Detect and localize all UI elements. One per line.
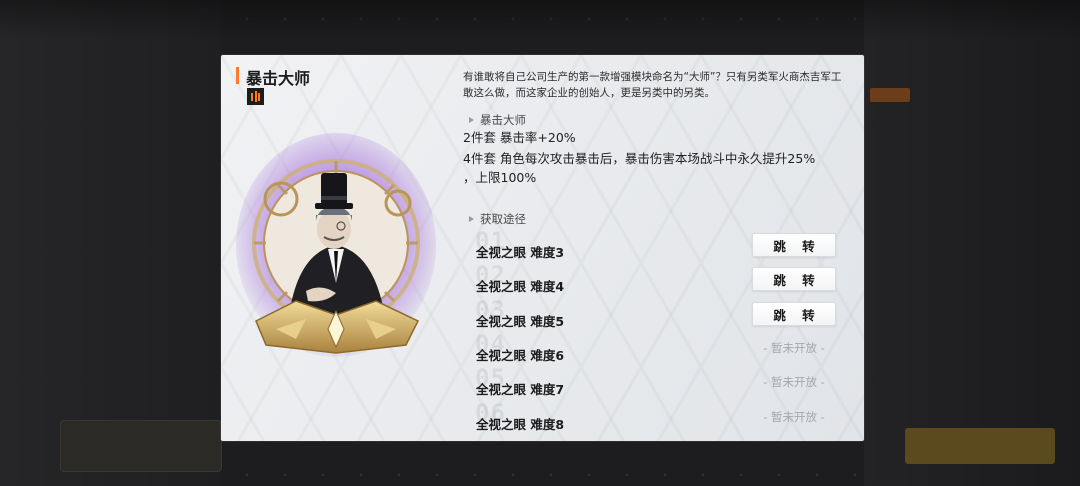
route-label: 全视之眼 难度6: [476, 348, 565, 363]
background-badge: [870, 88, 910, 102]
route-label: 全视之眼 难度5: [476, 314, 565, 329]
module-description: 有谁敢将自己公司生产的第一款增强模块命名为“大师”？只有另类军火商杰吉军工敢这么…: [463, 71, 842, 99]
not-open-status: - 暂未开放 -: [763, 410, 825, 424]
gentleman-portrait-icon: [236, 133, 436, 357]
title-accent-bar: [236, 67, 239, 84]
route-row-1: 01 全视之眼 难度3 跳 转: [453, 227, 845, 267]
triangle-right-icon: [469, 216, 474, 222]
not-open-status: - 暂未开放 -: [763, 375, 825, 389]
module-title: 暴击大师: [246, 69, 311, 88]
route-row-2: 02 全视之眼 难度4 跳 转: [453, 261, 845, 301]
goto-button[interactable]: 跳 转: [752, 302, 836, 326]
route-row-5: 05 全视之眼 难度7 - 暂未开放 -: [453, 364, 845, 404]
background-top-bar: [0, 0, 1080, 40]
set-section-header: 暴击大师: [469, 112, 526, 128]
route-label: 全视之眼 难度8: [476, 417, 565, 432]
background-right-panel: [864, 0, 1080, 486]
goto-button[interactable]: 跳 转: [752, 267, 836, 291]
triangle-right-icon: [469, 117, 474, 123]
route-row-3: 03 全视之眼 难度5 跳 转: [453, 296, 845, 336]
route-label: 全视之眼 难度4: [476, 279, 565, 294]
route-label: 全视之眼 难度7: [476, 382, 565, 397]
module-detail-modal: 暴击大师 有谁敢将自己公司生产的第一款增强模块命名为“大师”？只有另类军火商杰吉…: [221, 55, 864, 441]
two-piece-bonus: 2件套 暴击率+20%: [463, 130, 576, 145]
rarity-bars-icon: [247, 88, 264, 105]
acquire-section-header: 获取途径: [469, 211, 526, 227]
goto-button[interactable]: 跳 转: [752, 233, 836, 257]
route-row-4: 04 全视之眼 难度6 - 暂未开放 -: [453, 330, 845, 370]
acquire-section-title: 获取途径: [480, 212, 526, 226]
background-card: [60, 420, 222, 472]
four-piece-bonus-cont: ，上限100%: [463, 170, 537, 185]
background-left-panel: [0, 0, 220, 486]
route-row-6: 06 全视之眼 难度8 - 暂未开放 -: [453, 399, 845, 439]
set-section-title: 暴击大师: [480, 113, 526, 127]
background-action-button: [905, 428, 1055, 464]
route-label: 全视之眼 难度3: [476, 245, 565, 260]
not-open-status: - 暂未开放 -: [763, 341, 825, 355]
four-piece-bonus: 4件套 角色每次攻击暴击后，暴击伤害本场战斗中永久提升25%: [463, 151, 816, 166]
